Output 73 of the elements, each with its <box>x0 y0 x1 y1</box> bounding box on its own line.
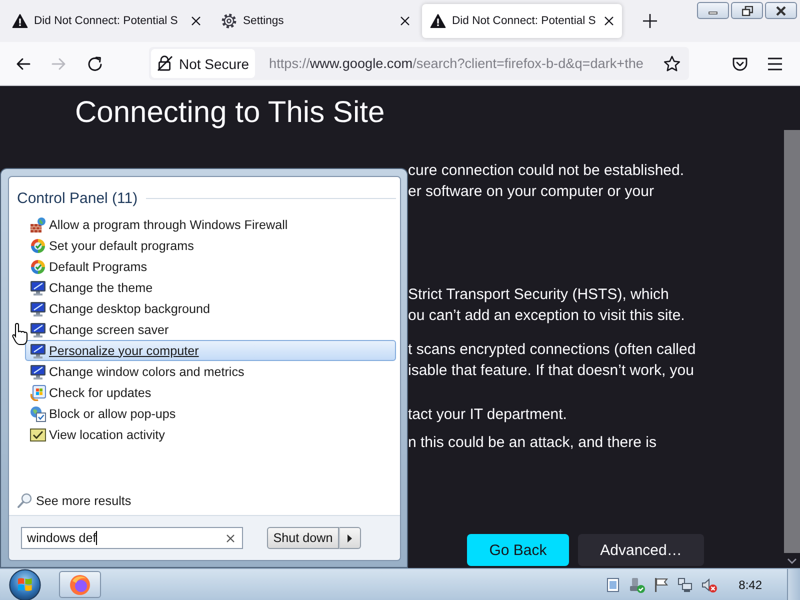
warning-icon <box>12 13 28 29</box>
gear-icon <box>221 13 237 29</box>
result-item[interactable]: Change window colors and metrics <box>25 361 396 382</box>
page-heading: Connecting to This Site <box>75 95 385 131</box>
restore-icon <box>742 6 752 16</box>
menu-icon[interactable] <box>767 56 783 72</box>
scroll-down-icon[interactable] <box>787 558 797 564</box>
globe-window-icon <box>30 406 46 422</box>
advanced-button[interactable]: Advanced… <box>578 534 704 566</box>
clear-icon[interactable] <box>226 534 235 542</box>
back-icon[interactable] <box>15 56 31 72</box>
crossed-lock-icon <box>157 55 173 72</box>
monitor-icon <box>30 280 46 296</box>
search-icon <box>17 493 32 508</box>
brick-wall-icon <box>30 216 46 232</box>
plus-icon[interactable] <box>642 13 658 29</box>
star-icon[interactable] <box>663 55 681 72</box>
clock-text[interactable]: 8:42 <box>738 578 762 592</box>
shut-down-button[interactable]: Shut down <box>267 527 339 549</box>
see-more-link[interactable]: See more results <box>17 493 132 508</box>
browser-tab[interactable]: Settings <box>213 4 418 38</box>
paragraph-text: tact your IT department. <box>408 405 568 425</box>
reload-icon[interactable] <box>87 56 103 72</box>
close-icon[interactable] <box>400 16 410 26</box>
result-item[interactable]: View location activity <box>25 424 396 445</box>
right-triangle-icon <box>347 534 353 542</box>
result-item[interactable]: Change screen saver <box>25 319 396 340</box>
chevron-shield-icon[interactable] <box>732 56 748 71</box>
restore-button[interactable] <box>731 2 763 19</box>
result-item[interactable]: Change the theme <box>25 277 396 298</box>
result-item[interactable]: Block or allow pop-ups <box>25 403 396 424</box>
flame-globe-icon <box>69 574 91 596</box>
paragraph-text: t scans encrypted connections (often called isable that feature. If that doesn’t work, you <box>408 340 697 380</box>
paragraph-text: cure connection could not be established. er software on your computer or your <box>408 161 686 202</box>
device-check-icon[interactable] <box>628 576 645 592</box>
taskbar-button[interactable] <box>59 571 101 598</box>
browser-tab[interactable]: Did Not Connect: Potential S <box>4 4 209 38</box>
result-item[interactable]: Check for updates <box>25 382 396 403</box>
monitor-icon <box>30 322 46 338</box>
search-field[interactable]: windows def <box>21 527 243 549</box>
close-icon[interactable] <box>604 16 614 26</box>
muted-speaker-icon[interactable] <box>700 576 717 592</box>
globe-check-icon <box>30 258 46 274</box>
result-item[interactable]: Allow a program through Windows Firewall <box>25 214 396 235</box>
go-back-button[interactable]: Go Back <box>467 534 569 566</box>
result-item[interactable]: Change desktop background <box>25 298 396 319</box>
network-icon[interactable] <box>676 576 693 592</box>
close-icon[interactable] <box>191 16 201 26</box>
security-button[interactable]: Not Secure <box>151 49 256 78</box>
result-item[interactable]: Set your default programs <box>25 235 396 256</box>
monitor-icon <box>30 300 46 316</box>
monitor-icon <box>30 342 46 358</box>
flag-icon[interactable] <box>652 576 669 592</box>
paragraph-text: n this could be an attack, and there is <box>408 432 658 452</box>
globe-check-icon <box>30 238 46 254</box>
monitor-icon <box>30 364 46 380</box>
result-item[interactable]: Personalize your computer <box>25 340 396 361</box>
paragraph-text: Strict Transport Security (HSTS), which ou can’t add an exception to visit this site. <box>408 285 686 326</box>
check-tile-icon <box>30 426 46 442</box>
result-item[interactable]: Default Programs <box>25 256 396 277</box>
document-icon[interactable] <box>604 576 621 592</box>
minimize-button[interactable] <box>697 2 729 19</box>
group-heading: Control Panel (11) <box>17 190 138 206</box>
close-button[interactable] <box>765 2 797 19</box>
refresh-window-icon <box>30 384 46 400</box>
warning-icon <box>430 13 446 29</box>
url-text: https://www.google.com/search?client=firefox-b-d&q=dark+the <box>269 56 644 71</box>
close-icon <box>776 6 786 16</box>
scrollbar-thumb[interactable] <box>784 130 800 553</box>
start-orb-icon[interactable] <box>9 568 41 600</box>
browser-tab[interactable]: Did Not Connect: Potential S <box>422 4 622 38</box>
address-field[interactable]: Not Secure https://www.google.com/search?client=firefox-b-d&q=dark+the <box>149 47 689 80</box>
shut-down-options-button[interactable] <box>339 527 361 549</box>
